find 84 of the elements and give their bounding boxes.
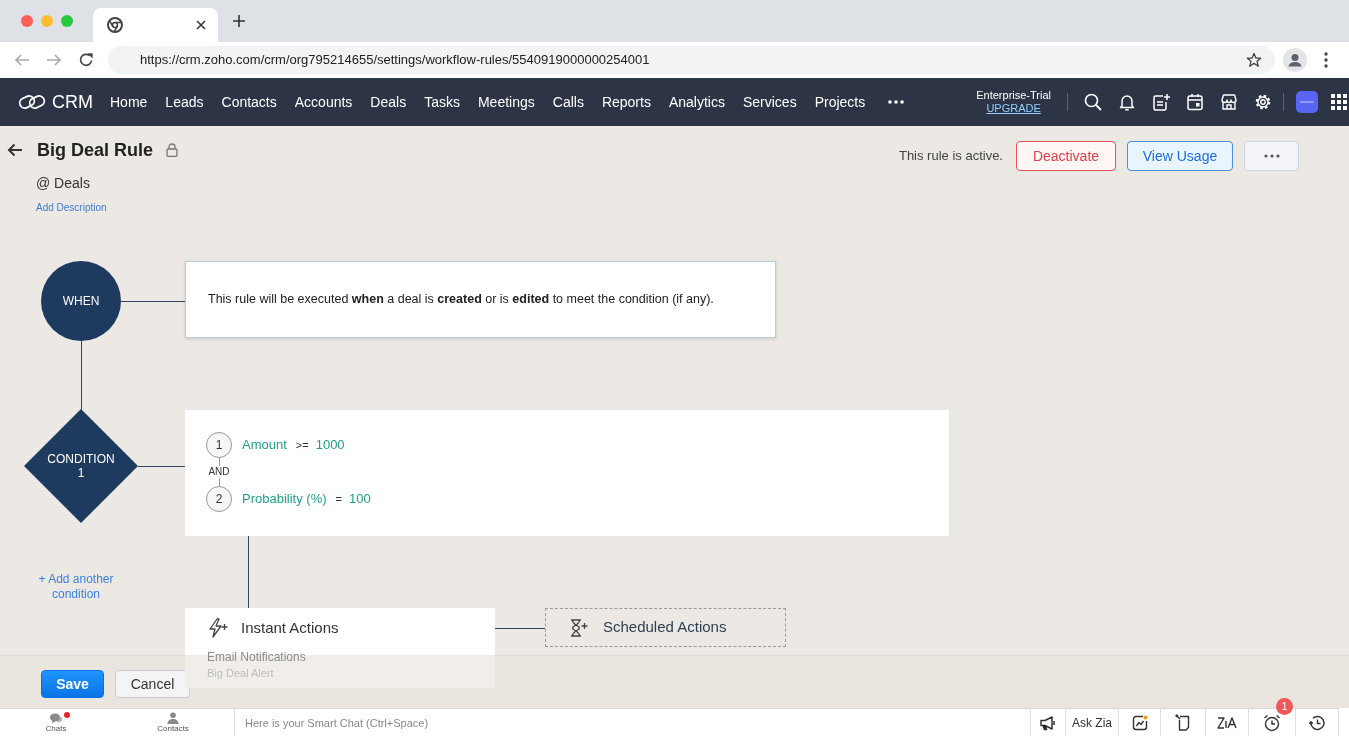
workspace-avatar-icon[interactable] xyxy=(1296,91,1318,113)
smart-chat-input[interactable]: Here is your Smart Chat (Ctrl+Space) xyxy=(234,708,1030,736)
reminder-button[interactable] xyxy=(1248,708,1295,736)
add-description-link[interactable]: Add Description xyxy=(36,201,107,215)
criterion-index: 1 xyxy=(206,432,232,458)
more-icon[interactable] xyxy=(888,100,905,104)
megaphone-icon xyxy=(1039,714,1057,731)
brand-name: CRM xyxy=(52,90,93,114)
note-button[interactable] xyxy=(1160,708,1205,736)
url-text: https://crm.zoho.com/crm/org795214655/settings/workflow-rules/5540919000000254001 xyxy=(140,51,650,70)
announcement-button[interactable] xyxy=(1030,708,1065,736)
nav-link[interactable]: Deals xyxy=(370,91,407,113)
nav-link[interactable]: Services xyxy=(742,91,797,113)
browser-logo-icon xyxy=(107,17,123,33)
browser-tab[interactable] xyxy=(93,8,218,42)
search-icon[interactable] xyxy=(1084,93,1102,111)
more-icon xyxy=(1263,154,1280,158)
reload-icon[interactable] xyxy=(78,52,94,68)
connector-line xyxy=(138,466,185,467)
joiner-label: AND xyxy=(208,466,230,478)
action-type: Email Notifications xyxy=(207,650,307,664)
history-button[interactable] xyxy=(1295,708,1339,736)
criterion-operator: = xyxy=(335,491,342,507)
nav-link[interactable]: Meetings xyxy=(477,91,535,113)
nav-link[interactable]: Home xyxy=(110,91,148,113)
calendar-icon[interactable] xyxy=(1186,93,1204,111)
star-icon[interactable] xyxy=(1246,52,1262,68)
logo-icon[interactable] xyxy=(18,92,46,112)
connector-line xyxy=(248,536,249,608)
note-icon xyxy=(1175,714,1191,731)
connector-line xyxy=(121,301,185,302)
nav-link[interactable]: Analytics xyxy=(668,91,725,113)
nav-link[interactable]: Projects xyxy=(814,91,866,113)
note-add-icon[interactable] xyxy=(1152,93,1170,111)
upgrade-link[interactable]: UPGRADE xyxy=(976,102,1051,115)
close-icon[interactable] xyxy=(196,20,206,30)
store-icon[interactable] xyxy=(1220,93,1238,111)
condition-number: 1 xyxy=(77,466,85,480)
when-label: WHEN xyxy=(62,293,100,310)
rule-title: Big Deal Rule xyxy=(37,139,154,162)
person-icon xyxy=(166,712,180,724)
nav-link[interactable]: Calls xyxy=(552,91,584,113)
instant-actions-title: Instant Actions xyxy=(241,617,339,638)
nav-link[interactable]: Leads xyxy=(165,91,204,113)
nav-link[interactable]: Reports xyxy=(601,91,651,113)
connector-line xyxy=(495,628,545,629)
lock-icon xyxy=(166,143,179,157)
back-arrow-icon[interactable] xyxy=(7,143,23,157)
nav-link[interactable]: Tasks xyxy=(424,91,460,113)
chat-bubbles-icon xyxy=(49,712,63,724)
menu-icon[interactable] xyxy=(1324,52,1328,68)
ask-zia-button[interactable]: Ask Zia xyxy=(1065,708,1118,736)
condition-label: CONDITION xyxy=(47,452,115,466)
nav-link[interactable]: Accounts xyxy=(294,91,353,113)
criterion-index: 2 xyxy=(206,486,232,512)
chart-button[interactable] xyxy=(1118,708,1160,736)
hourglass-plus-icon xyxy=(568,617,588,638)
new-tab-icon[interactable] xyxy=(232,14,246,28)
settings-icon[interactable] xyxy=(1254,93,1272,111)
trigger-description: This rule will be executed when a deal is created or is edited to meet the condition (if any). xyxy=(208,291,714,309)
chats-button[interactable]: Chats xyxy=(45,712,67,733)
connector-line xyxy=(81,341,82,410)
alarm-clock-icon xyxy=(1263,713,1281,732)
scheduled-actions-title: Scheduled Actions xyxy=(603,617,727,638)
bell-icon[interactable] xyxy=(1118,93,1136,111)
nav-link[interactable]: Contacts xyxy=(221,91,277,113)
assistant-logo-icon xyxy=(1217,715,1237,730)
save-button[interactable]: Save xyxy=(41,670,104,698)
contacts-button[interactable]: Contacts xyxy=(157,712,189,733)
plan-label: Enterprise-Trial xyxy=(976,89,1051,101)
view-usage-button[interactable]: View Usage xyxy=(1127,141,1233,171)
rule-status: This rule is active. xyxy=(898,147,1003,166)
assistant-button[interactable] xyxy=(1205,708,1248,736)
module-label: @ Deals xyxy=(36,174,91,192)
deactivate-button[interactable]: Deactivate xyxy=(1016,141,1116,171)
scheduled-actions-panel[interactable]: Scheduled Actions xyxy=(545,608,786,647)
criterion-operator: >= xyxy=(295,437,309,453)
lightning-plus-icon xyxy=(207,618,229,638)
chart-icon xyxy=(1131,714,1148,731)
history-icon xyxy=(1308,713,1326,732)
address-bar[interactable]: https://crm.zoho.com/crm/org795214655/settings/workflow-rules/5540919000000254001 xyxy=(108,46,1275,74)
profile-avatar-icon[interactable] xyxy=(1283,48,1307,72)
cancel-button[interactable]: Cancel xyxy=(115,670,190,698)
apps-grid-icon[interactable] xyxy=(1331,94,1347,110)
